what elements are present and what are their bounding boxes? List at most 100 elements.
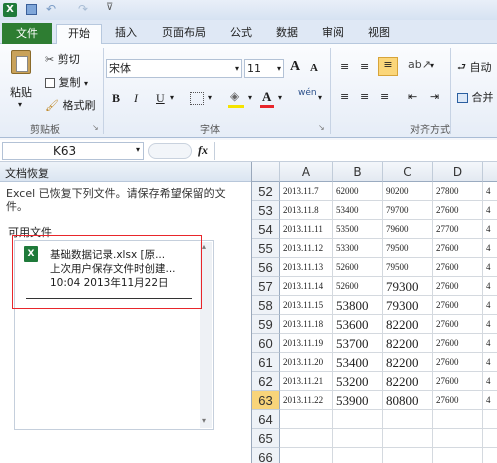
cell-b[interactable]: 62000 xyxy=(333,182,383,201)
cell-b[interactable] xyxy=(333,448,383,463)
cell-e[interactable]: 4 xyxy=(483,315,497,334)
underline-button[interactable]: U xyxy=(156,91,165,106)
cell-e[interactable]: 4 xyxy=(483,182,497,201)
cell-b[interactable]: 53500 xyxy=(333,220,383,239)
cell-a[interactable]: 2013.11.20 xyxy=(280,353,333,372)
tab-page-layout[interactable]: 页面布局 xyxy=(154,24,214,44)
column-header-b[interactable]: B xyxy=(333,162,383,182)
cell-d[interactable] xyxy=(433,410,483,429)
cell-b[interactable] xyxy=(333,429,383,448)
name-box[interactable]: K63 ▾ xyxy=(2,142,144,160)
copy-button[interactable]: 复制 ▾ xyxy=(44,73,104,91)
cell-e[interactable] xyxy=(483,429,497,448)
tab-formulas[interactable]: 公式 xyxy=(222,24,260,44)
wrap-text-button[interactable]: ⮐ 自动 xyxy=(456,58,497,76)
cell-e[interactable]: 4 xyxy=(483,334,497,353)
row-header-selected[interactable]: 63 xyxy=(252,391,280,410)
decrease-indent-icon[interactable]: ⇤ xyxy=(408,90,417,103)
quick-access-dropdown-icon[interactable]: ⊽ xyxy=(106,2,113,13)
cell-b[interactable]: 52600 xyxy=(333,258,383,277)
align-left-icon[interactable]: ≡ xyxy=(340,90,349,103)
font-color-dropdown-icon[interactable]: ▾ xyxy=(278,93,282,102)
cell-a[interactable]: 2013.11.21 xyxy=(280,372,333,391)
font-size-select[interactable]: 11 ▾ xyxy=(244,59,284,78)
paste-button[interactable]: 粘贴 ▾ xyxy=(6,48,36,114)
phonetic-icon[interactable]: wén xyxy=(298,88,317,98)
cell-d[interactable]: 27600 xyxy=(433,277,483,296)
cell-b[interactable]: 53600 xyxy=(333,315,383,334)
cell-e[interactable]: 4 xyxy=(483,239,497,258)
cell-d[interactable]: 27600 xyxy=(433,334,483,353)
font-color-button[interactable]: A xyxy=(262,89,271,105)
cell-c[interactable]: 79500 xyxy=(383,258,433,277)
fill-color-icon[interactable]: ◈ xyxy=(230,89,239,103)
cell-a[interactable]: 2013.11.15 xyxy=(280,296,333,315)
underline-dropdown-icon[interactable]: ▾ xyxy=(170,93,174,102)
paste-dropdown-icon[interactable]: ▾ xyxy=(18,100,22,109)
cell-d[interactable]: 27800 xyxy=(433,182,483,201)
cell-e[interactable]: 4 xyxy=(483,220,497,239)
align-bottom-icon[interactable]: ≡ xyxy=(378,57,398,76)
cut-button[interactable]: ✂ 剪切 xyxy=(44,50,104,68)
column-header-a[interactable]: A xyxy=(280,162,333,182)
merge-center-button[interactable]: 合并 xyxy=(456,88,497,106)
cell-d[interactable]: 27600 xyxy=(433,353,483,372)
shrink-font-button[interactable]: A xyxy=(310,62,318,74)
cell-c[interactable]: 79700 xyxy=(383,201,433,220)
cell-c[interactable]: 79500 xyxy=(383,239,433,258)
cell-d[interactable]: 27600 xyxy=(433,296,483,315)
tab-home[interactable]: 开始 xyxy=(56,24,102,44)
row-header[interactable]: 60 xyxy=(252,334,280,353)
cell-b[interactable]: 52600 xyxy=(333,277,383,296)
cell-e[interactable]: 4 xyxy=(483,201,497,220)
cell-b[interactable]: 53200 xyxy=(333,372,383,391)
cell-c[interactable] xyxy=(383,448,433,463)
phonetic-dropdown-icon[interactable]: ▾ xyxy=(318,93,322,102)
cell-c[interactable]: 82200 xyxy=(383,315,433,334)
row-header[interactable]: 62 xyxy=(252,372,280,391)
row-header[interactable]: 53 xyxy=(252,201,280,220)
cell-d[interactable] xyxy=(433,429,483,448)
cell-d[interactable]: 27600 xyxy=(433,315,483,334)
chevron-down-icon[interactable]: ▾ xyxy=(235,60,239,77)
scroll-up-icon[interactable]: ▴ xyxy=(202,242,206,251)
tab-view[interactable]: 视图 xyxy=(360,24,398,44)
cell-b[interactable]: 53400 xyxy=(333,353,383,372)
cell-e[interactable] xyxy=(483,448,497,463)
chevron-down-icon[interactable]: ▾ xyxy=(136,145,140,154)
italic-button[interactable]: I xyxy=(134,91,138,106)
cell-a[interactable]: 2013.11.11 xyxy=(280,220,333,239)
cell-d[interactable]: 27600 xyxy=(433,372,483,391)
cell-b[interactable]: 53400 xyxy=(333,201,383,220)
cell-d[interactable]: 27700 xyxy=(433,220,483,239)
align-middle-icon[interactable]: ≡ xyxy=(360,60,369,73)
row-header[interactable]: 58 xyxy=(252,296,280,315)
cell-c[interactable]: 90200 xyxy=(383,182,433,201)
cell-b[interactable]: 53900 xyxy=(333,391,383,410)
row-header[interactable]: 55 xyxy=(252,239,280,258)
align-top-icon[interactable]: ≡ xyxy=(340,60,349,73)
cell-c[interactable] xyxy=(383,429,433,448)
cell-c[interactable]: 79600 xyxy=(383,220,433,239)
cell-d[interactable] xyxy=(433,448,483,463)
tab-insert[interactable]: 插入 xyxy=(106,24,146,44)
row-header[interactable]: 64 xyxy=(252,410,280,429)
scroll-down-icon[interactable]: ▾ xyxy=(202,416,206,425)
align-right-icon[interactable]: ≡ xyxy=(380,90,389,103)
cell-e[interactable]: 4 xyxy=(483,277,497,296)
cell-c[interactable]: 82200 xyxy=(383,334,433,353)
cell-e[interactable]: 4 xyxy=(483,391,497,410)
cell-a[interactable]: 2013.11.7 xyxy=(280,182,333,201)
cell-b[interactable]: 53300 xyxy=(333,239,383,258)
cell-c[interactable]: 82200 xyxy=(383,372,433,391)
cell-e[interactable] xyxy=(483,410,497,429)
cell-b[interactable] xyxy=(333,410,383,429)
cell-d[interactable]: 27600 xyxy=(433,239,483,258)
tab-data[interactable]: 数据 xyxy=(268,24,306,44)
cell-a[interactable]: 2013.11.19 xyxy=(280,334,333,353)
cell-c[interactable]: 82200 xyxy=(383,353,433,372)
clipboard-launcher-icon[interactable]: ↘ xyxy=(92,123,99,132)
row-header[interactable]: 52 xyxy=(252,182,280,201)
cell-a[interactable]: 2013.11.18 xyxy=(280,315,333,334)
cell-e[interactable]: 4 xyxy=(483,296,497,315)
